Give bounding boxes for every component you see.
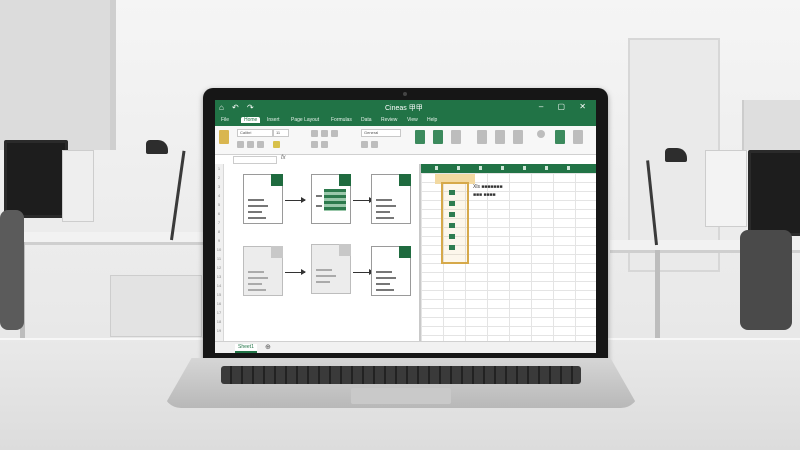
spreadsheet-document-icon	[243, 174, 283, 224]
conditional-format-icon[interactable]	[415, 130, 425, 144]
background-screen-right	[705, 150, 747, 227]
webcam	[403, 92, 407, 96]
format-table-icon[interactable]	[433, 130, 443, 144]
delete-cells-icon[interactable]	[495, 130, 505, 144]
tab-insert[interactable]: Insert	[267, 117, 280, 123]
status-bar: Sheet1 ⊕	[215, 341, 596, 353]
arrow-icon	[353, 269, 374, 275]
indent-icon[interactable]	[321, 141, 328, 148]
row-number: 1	[217, 166, 221, 171]
arrow-icon	[285, 197, 306, 203]
document-title: Cineas 甲甲	[385, 105, 423, 112]
ribbon-tabs: File Home Insert Page Layout Formulas Da…	[215, 116, 596, 126]
font-size-box[interactable]: 11	[273, 129, 289, 137]
quick-access-toolbar[interactable]: ⌂ ↶ ↷	[219, 103, 257, 112]
laptop-lid: ⌂ ↶ ↷ Cineas 甲甲 – ▢ ✕ File Home Insert P…	[203, 88, 608, 363]
keyboard	[221, 366, 581, 384]
paste-icon[interactable]	[219, 130, 229, 144]
window-controls[interactable]: – ▢ ✕	[539, 102, 592, 111]
row-number: 17	[216, 310, 222, 315]
fx-icon[interactable]: fx	[281, 155, 286, 161]
font-name-box[interactable]: Calibri	[237, 129, 273, 137]
background-monitor-left	[4, 140, 68, 218]
spreadsheet-document-icon	[311, 174, 351, 224]
sort-filter-icon[interactable]	[555, 130, 565, 144]
window	[0, 0, 116, 150]
background-screen-left	[62, 150, 94, 222]
row-number: 7	[217, 220, 221, 225]
underline-icon[interactable]	[257, 141, 264, 148]
tab-home[interactable]: Home	[241, 117, 261, 123]
add-sheet-icon[interactable]: ⊕	[265, 343, 271, 351]
laptop-base	[163, 358, 639, 408]
office-chair-right	[740, 230, 792, 330]
find-select-icon[interactable]	[573, 130, 583, 144]
selected-range[interactable]	[441, 182, 469, 264]
arrow-icon	[353, 197, 374, 203]
arrow-icon	[285, 269, 306, 275]
spreadsheet-document-icon	[371, 246, 411, 296]
desk-leg-right	[655, 250, 660, 340]
row-number: 15	[216, 292, 222, 297]
row-number: 11	[216, 256, 222, 261]
align-left-icon[interactable]	[311, 130, 318, 137]
cell-styles-icon[interactable]	[451, 130, 461, 144]
tab-review[interactable]: Review	[381, 117, 397, 123]
tab-formulas[interactable]: Formulas	[331, 117, 352, 123]
bold-icon[interactable]	[237, 141, 244, 148]
background-monitor-right	[748, 150, 800, 236]
ribbon: Calibri 11 General	[215, 126, 596, 155]
align-bottom-icon[interactable]	[311, 141, 318, 148]
drawer-cabinet	[110, 275, 202, 337]
stacked-documents-icon	[311, 244, 351, 294]
excel-titlebar: ⌂ ↶ ↷ Cineas 甲甲 – ▢ ✕	[215, 100, 596, 116]
wrap-text-icon[interactable]	[331, 130, 338, 137]
sheet-pane-right[interactable]: Xls ■■■■■■■ ■■■ ■■■■	[421, 164, 596, 341]
row-number: 19	[216, 328, 222, 333]
row-number: 4	[217, 193, 221, 198]
number-format-box[interactable]: General	[361, 129, 401, 137]
tab-view[interactable]: View	[407, 117, 418, 123]
row-number: 5	[217, 202, 221, 207]
sheet-pane-left[interactable]: 1 2 3 4 5 6 7 8 9 10 11 12 13 14 15 16 1…	[215, 164, 419, 341]
autosum-icon[interactable]	[537, 130, 545, 138]
tab-data[interactable]: Data	[361, 117, 372, 123]
italic-icon[interactable]	[247, 141, 254, 148]
row-number: 9	[217, 238, 221, 243]
office-chair-left	[0, 210, 24, 330]
cell-text[interactable]: ■■■ ■■■■	[473, 192, 496, 198]
fill-color-icon[interactable]	[273, 141, 280, 148]
background-desk-left	[0, 232, 210, 245]
row-number: 2	[217, 175, 221, 180]
row-number: 6	[217, 211, 221, 216]
align-center-icon[interactable]	[321, 130, 328, 137]
spreadsheet-document-icon	[371, 174, 411, 224]
row-number: 18	[216, 319, 222, 324]
row-number: 16	[216, 301, 222, 306]
touchpad	[351, 388, 451, 404]
row-number: 3	[217, 184, 221, 189]
percent-icon[interactable]	[361, 141, 368, 148]
lamp-head-right	[665, 148, 687, 162]
row-number: 8	[217, 229, 221, 234]
tab-help[interactable]: Help	[427, 117, 437, 123]
document-icon	[243, 246, 283, 296]
row-number: 13	[216, 274, 222, 279]
row-number: 10	[216, 247, 222, 252]
column-headers	[421, 164, 596, 173]
cell-text[interactable]: Xls ■■■■■■■	[473, 184, 502, 190]
name-box[interactable]	[233, 156, 277, 164]
format-cells-icon[interactable]	[513, 130, 523, 144]
wall-shelf	[742, 100, 800, 150]
sheet-tab[interactable]: Sheet1	[235, 344, 257, 353]
row-number: 12	[216, 265, 222, 270]
tab-file[interactable]: File	[221, 117, 229, 123]
tab-page-layout[interactable]: Page Layout	[291, 117, 319, 123]
lamp-head-left	[146, 140, 168, 154]
row-numbers-left: 1 2 3 4 5 6 7 8 9 10 11 12 13 14 15 16 1…	[215, 164, 224, 341]
laptop-screen: ⌂ ↶ ↷ Cineas 甲甲 – ▢ ✕ File Home Insert P…	[215, 100, 596, 353]
comma-icon[interactable]	[371, 141, 378, 148]
insert-cells-icon[interactable]	[477, 130, 487, 144]
row-number: 14	[216, 283, 222, 288]
